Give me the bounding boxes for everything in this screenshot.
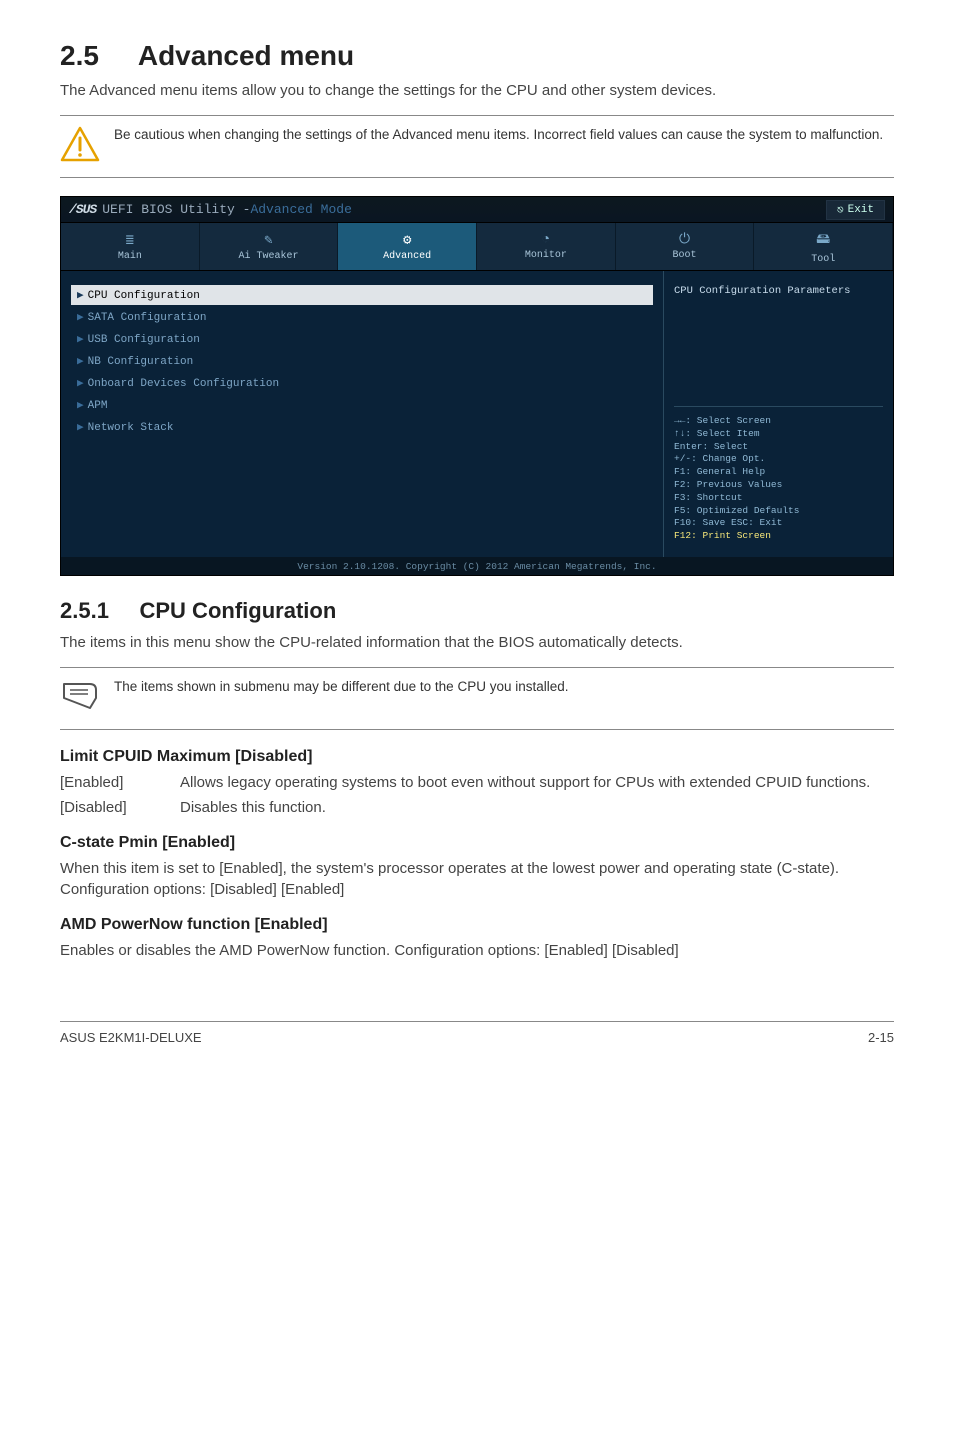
side-heading: CPU Configuration Parameters bbox=[674, 285, 883, 297]
definition-desc: Allows legacy operating systems to boot … bbox=[180, 772, 894, 793]
tab-label: Boot bbox=[673, 250, 697, 261]
exit-icon: ⎋ bbox=[837, 203, 844, 217]
tab-ai-tweaker[interactable]: ✎ Ai Tweaker bbox=[200, 223, 339, 270]
menu-item-label: Onboard Devices Configuration bbox=[88, 378, 279, 390]
tool-icon: 🖴 bbox=[816, 228, 830, 252]
tab-main[interactable]: ≣ Main bbox=[61, 223, 200, 270]
help-line-highlight: F12: Print Screen bbox=[674, 530, 883, 543]
bios-footer: Version 2.10.1208. Copyright (C) 2012 Am… bbox=[61, 557, 893, 575]
option-body-powernow: Enables or disables the AMD PowerNow fun… bbox=[60, 940, 894, 961]
power-icon: ⏻ bbox=[679, 232, 690, 248]
definition-desc: Disables this function. bbox=[180, 797, 894, 818]
bios-title-part2: Advanced Mode bbox=[250, 202, 351, 217]
bios-side-panel: CPU Configuration Parameters →←: Select … bbox=[663, 271, 893, 557]
bios-titlebar: /SUS UEFI BIOS Utility - Advanced Mode ⎋… bbox=[61, 197, 893, 223]
help-line: +/-: Change Opt. bbox=[674, 453, 883, 466]
chevron-right-icon: ▶ bbox=[77, 334, 84, 346]
definition-row: [Enabled] Allows legacy operating system… bbox=[60, 772, 894, 793]
option-heading-powernow: AMD PowerNow function [Enabled] bbox=[60, 916, 894, 934]
bios-menu-list: ▶ CPU Configuration ▶ SATA Configuration ▶… bbox=[61, 271, 663, 557]
option-heading-cpuid: Limit CPUID Maximum [Disabled] bbox=[60, 748, 894, 766]
footer-left: ASUS E2KM1I-DELUXE bbox=[60, 1030, 202, 1045]
help-line: F10: Save ESC: Exit bbox=[674, 517, 883, 530]
tweaker-icon: ✎ bbox=[264, 232, 272, 249]
section-heading: 2.5 Advanced menu bbox=[60, 40, 894, 72]
definition-term: [Enabled] bbox=[60, 772, 180, 793]
bios-screenshot: /SUS UEFI BIOS Utility - Advanced Mode ⎋… bbox=[60, 196, 894, 576]
menu-item-onboard-devices[interactable]: ▶ Onboard Devices Configuration bbox=[71, 373, 653, 393]
note-callout: The items shown in submenu may be differ… bbox=[60, 667, 894, 730]
chevron-right-icon: ▶ bbox=[77, 422, 84, 434]
bios-body: ▶ CPU Configuration ▶ SATA Configuration ▶… bbox=[61, 271, 893, 557]
menu-item-nb-config[interactable]: ▶ NB Configuration bbox=[71, 351, 653, 371]
menu-item-label: SATA Configuration bbox=[88, 312, 207, 324]
section-title: Advanced menu bbox=[138, 40, 354, 71]
note-text: The items shown in submenu may be differ… bbox=[114, 678, 569, 697]
menu-item-sata-config[interactable]: ▶ SATA Configuration bbox=[71, 307, 653, 327]
help-line: →←: Select Screen bbox=[674, 415, 883, 428]
warning-text: Be cautious when changing the settings o… bbox=[114, 126, 883, 145]
menu-item-network-stack[interactable]: ▶ Network Stack bbox=[71, 417, 653, 437]
definition-term: [Disabled] bbox=[60, 797, 180, 818]
help-line: F3: Shortcut bbox=[674, 492, 883, 505]
chevron-right-icon: ▶ bbox=[77, 312, 84, 324]
gear-icon: ⚙ bbox=[403, 232, 411, 249]
bios-logo: /SUS bbox=[69, 202, 96, 217]
tab-label: Monitor bbox=[525, 250, 567, 261]
tab-label: Main bbox=[118, 251, 142, 262]
subsection-title: CPU Configuration bbox=[140, 598, 337, 623]
bios-help-box: →←: Select Screen ↑↓: Select Item Enter:… bbox=[674, 406, 883, 543]
subsection-number: 2.5.1 bbox=[60, 598, 109, 623]
monitor-icon: ◔ bbox=[542, 232, 550, 248]
help-line: F1: General Help bbox=[674, 466, 883, 479]
section-intro: The Advanced menu items allow you to cha… bbox=[60, 80, 894, 101]
note-icon bbox=[60, 678, 100, 719]
tab-advanced[interactable]: ⚙ Advanced bbox=[338, 223, 477, 270]
menu-item-label: APM bbox=[88, 400, 108, 412]
help-line: Enter: Select bbox=[674, 441, 883, 454]
section-number: 2.5 bbox=[60, 40, 99, 71]
menu-item-usb-config[interactable]: ▶ USB Configuration bbox=[71, 329, 653, 349]
menu-item-apm[interactable]: ▶ APM bbox=[71, 395, 653, 415]
exit-label: Exit bbox=[848, 204, 874, 216]
tab-label: Tool bbox=[811, 254, 835, 265]
option-body-cstate: When this item is set to [Enabled], the … bbox=[60, 858, 894, 900]
option-heading-cstate: C-state Pmin [Enabled] bbox=[60, 834, 894, 852]
tab-boot[interactable]: ⏻ Boot bbox=[616, 223, 755, 270]
list-icon: ≣ bbox=[126, 232, 134, 249]
chevron-right-icon: ▶ bbox=[77, 290, 84, 302]
page-footer: ASUS E2KM1I-DELUXE 2-15 bbox=[60, 1021, 894, 1045]
tab-monitor[interactable]: ◔ Monitor bbox=[477, 223, 616, 270]
menu-item-label: CPU Configuration bbox=[88, 290, 200, 302]
tab-label: Ai Tweaker bbox=[239, 251, 299, 262]
bios-exit-button[interactable]: ⎋ Exit bbox=[826, 200, 885, 220]
warning-icon bbox=[60, 126, 100, 167]
help-line: ↑↓: Select Item bbox=[674, 428, 883, 441]
menu-item-label: USB Configuration bbox=[88, 334, 200, 346]
definition-row: [Disabled] Disables this function. bbox=[60, 797, 894, 818]
help-line: F2: Previous Values bbox=[674, 479, 883, 492]
chevron-right-icon: ▶ bbox=[77, 400, 84, 412]
footer-right: 2-15 bbox=[868, 1030, 894, 1045]
subsection-heading: 2.5.1 CPU Configuration bbox=[60, 598, 894, 624]
help-line: F5: Optimized Defaults bbox=[674, 505, 883, 518]
tab-label: Advanced bbox=[383, 251, 431, 262]
menu-item-cpu-config[interactable]: ▶ CPU Configuration bbox=[71, 285, 653, 305]
chevron-right-icon: ▶ bbox=[77, 356, 84, 368]
tab-tool[interactable]: 🖴 Tool bbox=[754, 223, 893, 270]
chevron-right-icon: ▶ bbox=[77, 378, 84, 390]
menu-item-label: Network Stack bbox=[88, 422, 174, 434]
bios-tab-bar: ≣ Main ✎ Ai Tweaker ⚙ Advanced ◔ Monitor ⏻ Bo… bbox=[61, 223, 893, 271]
subsection-intro: The items in this menu show the CPU-rela… bbox=[60, 632, 894, 653]
menu-item-label: NB Configuration bbox=[88, 356, 194, 368]
bios-title-part1: UEFI BIOS Utility - bbox=[102, 202, 250, 217]
warning-callout: Be cautious when changing the settings o… bbox=[60, 115, 894, 178]
